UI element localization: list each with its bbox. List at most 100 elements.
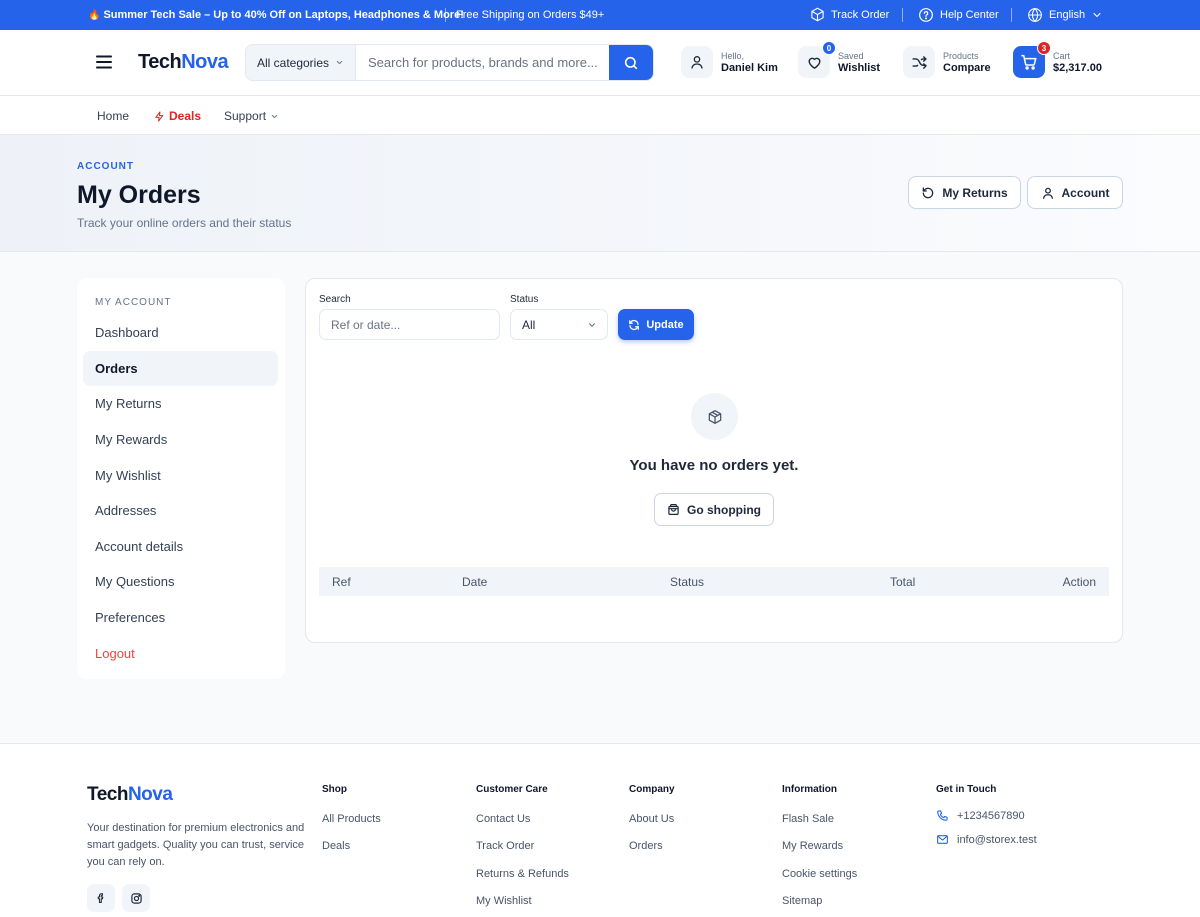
nav-home[interactable]: Home (97, 109, 129, 123)
my-returns-button[interactable]: My Returns (908, 176, 1021, 209)
update-label: Update (646, 318, 684, 331)
promo-label: Summer Tech Sale – Up to 40% Off on Lapt… (103, 9, 464, 21)
sidebar-item-my-wishlist[interactable]: My Wishlist (83, 458, 278, 493)
nav-support-label: Support (224, 109, 267, 123)
logo-part-tech: Tech (138, 51, 182, 73)
instagram-link[interactable] (122, 884, 150, 912)
phone-number: +1234567890 (957, 809, 1025, 822)
sidebar-item-my-rewards[interactable]: My Rewards (83, 422, 278, 457)
order-search-input[interactable]: Ref or date... (319, 309, 500, 340)
menu-button[interactable] (96, 55, 112, 69)
help-icon (919, 8, 933, 22)
nav-deals[interactable]: Deals (154, 109, 201, 123)
help-center-link[interactable]: Help Center (918, 7, 999, 23)
column-date: Date (462, 575, 488, 589)
footer-link[interactable]: Deals (322, 840, 350, 852)
orders-panel: Search Ref or date... Status All Update … (305, 278, 1123, 643)
wishlist-label: Wishlist (838, 62, 881, 74)
footer-phone[interactable]: +1234567890 (936, 809, 1025, 822)
footer-link[interactable]: My Wishlist (476, 895, 532, 907)
nav-deals-label: Deals (169, 109, 202, 123)
fire-icon: 🔥 (88, 9, 101, 21)
breadcrumb: ACCOUNT (77, 161, 134, 172)
facebook-link[interactable] (87, 884, 115, 912)
shopping-bag-icon (668, 504, 679, 515)
main-nav: Home Deals Support (0, 96, 1200, 135)
cart-total: $2,317.00 (1053, 62, 1102, 74)
empty-state-message: You have no orders yet. (629, 457, 799, 474)
search-icon (624, 56, 638, 69)
footer-link[interactable]: Contact Us (476, 813, 530, 825)
undo-icon (923, 186, 934, 198)
footer-link[interactable]: Sitemap (782, 895, 822, 907)
footer-shop-title: Shop (322, 784, 347, 795)
my-returns-label: My Returns (942, 185, 1008, 200)
footer-info-title: Information (782, 784, 837, 795)
orders-table-header: Ref Date Status Total Action (319, 567, 1109, 596)
user-icon (681, 46, 713, 78)
user-icon (1042, 187, 1053, 199)
search-button[interactable] (609, 45, 653, 80)
category-select[interactable]: All categories (246, 45, 356, 80)
sidebar-item-addresses[interactable]: Addresses (83, 493, 278, 528)
status-select-value: All (522, 317, 536, 332)
footer-email[interactable]: info@storex.test (936, 833, 1037, 846)
logo[interactable]: TechNova (138, 51, 229, 74)
wishlist-link[interactable]: 0 Saved Wishlist (798, 41, 881, 78)
logo-part-tech: Tech (87, 784, 128, 805)
footer-link[interactable]: About Us (629, 813, 674, 825)
status-filter-label: Status (510, 294, 539, 305)
divider (902, 8, 903, 22)
sidebar-item-account-details[interactable]: Account details (83, 529, 278, 564)
footer-logo[interactable]: TechNova (87, 784, 173, 806)
footer-link[interactable]: Orders (629, 840, 663, 852)
cart-link[interactable]: 3 Cart $2,317.00 (1013, 41, 1102, 78)
chevron-down-icon (271, 114, 278, 118)
promo-bar: 🔥 Summer Tech Sale – Up to 40% Off on La… (0, 0, 1200, 30)
account-menu[interactable]: Hello, Daniel Kim (681, 46, 778, 78)
instagram-icon (130, 892, 142, 904)
sidebar-item-logout[interactable]: Logout (83, 636, 278, 671)
cart-icon: 3 (1013, 41, 1051, 78)
refresh-icon (629, 319, 640, 330)
footer-link[interactable]: All Products (322, 813, 381, 825)
category-label: All categories (256, 55, 330, 70)
footer-description: Your destination for premium electronics… (87, 822, 305, 868)
sidebar-item-orders[interactable]: Orders (83, 351, 278, 386)
footer-link[interactable]: Cookie settings (782, 868, 857, 880)
footer-link[interactable]: Track Order (476, 840, 534, 852)
track-order-link[interactable]: Track Order (810, 7, 889, 22)
facebook-icon (97, 893, 104, 904)
footer-link[interactable]: Returns & Refunds (476, 868, 569, 880)
language-selector[interactable]: English (1027, 7, 1103, 23)
go-shopping-label: Go shopping (687, 502, 761, 517)
wishlist-caption: Saved (838, 51, 864, 61)
chevron-down-icon (1093, 12, 1101, 18)
cart-caption: Cart (1053, 51, 1071, 61)
nav-support[interactable]: Support (224, 109, 279, 123)
sidebar-item-preferences[interactable]: Preferences (83, 600, 278, 635)
sidebar-item-dashboard[interactable]: Dashboard (83, 315, 278, 350)
update-button[interactable]: Update (618, 309, 694, 340)
column-ref: Ref (332, 575, 351, 589)
wishlist-count-badge: 0 (822, 41, 836, 55)
sidebar-item-my-returns[interactable]: My Returns (83, 386, 278, 421)
help-center-label: Help Center (940, 9, 999, 21)
compare-link[interactable]: Products Compare (903, 46, 991, 78)
go-shopping-button[interactable]: Go shopping (654, 493, 774, 526)
column-total: Total (890, 575, 916, 589)
footer-care-title: Customer Care (476, 784, 548, 795)
phone-icon (937, 810, 948, 821)
status-select[interactable]: All (510, 309, 608, 340)
page-header: ACCOUNT My Orders Track your online orde… (0, 135, 1200, 252)
empty-state-illustration (691, 393, 738, 440)
account-button[interactable]: Account (1027, 176, 1123, 209)
compare-caption: Products (943, 51, 979, 61)
footer-link[interactable]: Flash Sale (782, 813, 834, 825)
language-label: English (1049, 9, 1086, 21)
footer-link[interactable]: My Rewards (782, 840, 843, 852)
divider (1011, 8, 1012, 22)
search-input[interactable] (356, 45, 609, 80)
sidebar-item-my-questions[interactable]: My Questions (83, 564, 278, 599)
logo-part-nova: Nova (127, 784, 173, 805)
